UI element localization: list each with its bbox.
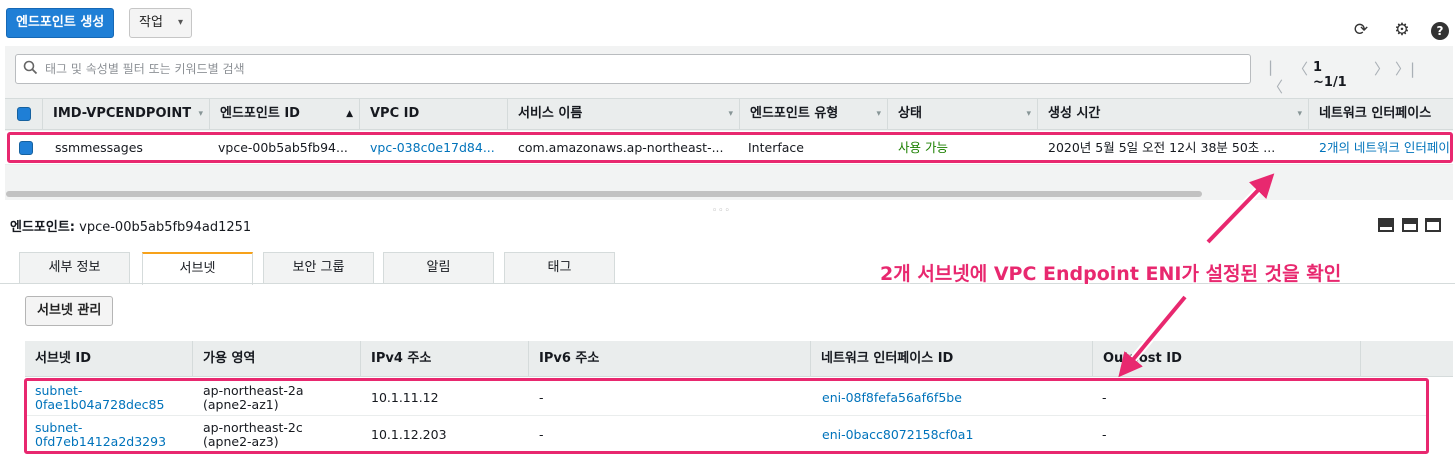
manage-subnets-button[interactable]: 서브넷 관리 <box>25 296 114 326</box>
sort-icon: ▾ <box>1026 109 1031 119</box>
tab-details[interactable]: 세부 정보 <box>19 252 130 284</box>
column-header-ipv4[interactable]: IPv4 주소 <box>361 341 529 377</box>
chevron-down-icon: ▾ <box>177 17 183 28</box>
details-endpoint-id: vpce-00b5ab5fb94ad1251 <box>79 220 252 235</box>
tab-tags[interactable]: 태그 <box>504 252 615 284</box>
column-header-eni-id[interactable]: 네트워크 인터페이스 ID <box>811 341 1093 377</box>
subnet-table-header: 서브넷 ID 가용 영역 IPv4 주소 IPv6 주소 네트워크 인터페이스 … <box>25 341 1453 377</box>
sort-icon: ▾ <box>1297 109 1302 119</box>
column-label: 엔드포인트 유형 <box>750 106 839 121</box>
search-input[interactable] <box>45 59 1235 79</box>
column-label: VPC ID <box>370 106 420 121</box>
column-header-endpoint-id[interactable]: 엔드포인트 ID ▲ <box>210 99 360 129</box>
search-icon <box>23 60 38 79</box>
tab-subnets[interactable]: 서브넷 <box>142 252 253 285</box>
column-label: 생성 시간 <box>1048 106 1101 121</box>
layout-split-icon[interactable] <box>1402 218 1418 232</box>
column-label: 네트워크 인터페이스 <box>1319 106 1432 121</box>
column-header-status[interactable]: 상태 ▾ <box>888 99 1038 129</box>
actions-label: 작업 <box>139 15 163 30</box>
actions-button[interactable]: 작업 ▾ <box>129 8 192 38</box>
column-label: 엔드포인트 ID <box>220 106 300 121</box>
prev-page-icon[interactable]: 〈 <box>1293 58 1308 79</box>
select-all-checkbox[interactable] <box>17 107 31 121</box>
annotation-text: 2개 서브넷에 VPC Endpoint ENI가 설정된 것을 확인 <box>880 263 1342 285</box>
column-header-name[interactable]: IMD-VPCENDPOINT ▾ <box>43 99 210 129</box>
tab-notifications[interactable]: 알림 <box>383 252 494 284</box>
column-header-outpost-id[interactable]: Outpost ID <box>1093 341 1361 377</box>
column-header-ipv6[interactable]: IPv6 주소 <box>529 341 811 377</box>
column-header-endpoint-type[interactable]: 엔드포인트 유형 ▾ <box>740 99 888 129</box>
tab-security-groups[interactable]: 보안 그룹 <box>263 252 374 284</box>
highlight-box-subnet-rows <box>24 378 1429 454</box>
column-label: 서비스 이름 <box>518 106 583 121</box>
sort-asc-icon: ▲ <box>346 109 353 119</box>
layout-top-large-icon[interactable] <box>1425 218 1441 232</box>
toolbar: 엔드포인트 생성 작업 ▾ ⟳ ⚙ ? <box>0 0 1455 44</box>
first-page-icon[interactable]: |〈 <box>1268 58 1283 97</box>
layout-bottom-large-icon[interactable] <box>1378 218 1394 232</box>
column-header-service-name[interactable]: 서비스 이름 ▾ <box>508 99 740 129</box>
horizontal-scrollbar[interactable] <box>6 191 1202 197</box>
create-endpoint-button[interactable]: 엔드포인트 생성 <box>6 8 115 38</box>
sort-icon: ▾ <box>198 109 203 119</box>
column-header-subnet-id[interactable]: 서브넷 ID <box>25 341 193 377</box>
endpoint-list-panel: |〈 〈 1 ~1/1 〉 〉| IMD-VPCENDPOINT ▾ 엔드포인트… <box>5 46 1453 200</box>
highlight-box-endpoint-row <box>7 132 1453 163</box>
column-header-vpc-id[interactable]: VPC ID <box>360 99 508 129</box>
next-page-icon[interactable]: 〉 <box>1374 58 1389 79</box>
sort-icon: ▾ <box>728 109 733 119</box>
details-title: 엔드포인트: vpce-00b5ab5fb94ad1251 <box>10 216 251 235</box>
refresh-icon[interactable]: ⟳ <box>1351 20 1371 40</box>
last-page-icon[interactable]: 〉| <box>1395 58 1415 79</box>
column-header-network-interfaces[interactable]: 네트워크 인터페이스 <box>1309 99 1453 129</box>
column-header-availability-zone[interactable]: 가용 영역 <box>193 341 361 377</box>
sort-icon: ▾ <box>876 109 881 119</box>
column-label: 상태 <box>898 106 922 121</box>
pane-splitter[interactable]: ◦◦◦ <box>712 206 731 216</box>
help-icon-glyph: ? <box>1431 22 1449 40</box>
table-header: IMD-VPCENDPOINT ▾ 엔드포인트 ID ▲ VPC ID 서비스 … <box>5 98 1453 130</box>
details-label: 엔드포인트: <box>10 220 75 235</box>
search-box[interactable] <box>15 54 1251 84</box>
column-label: IMD-VPCENDPOINT <box>53 106 192 121</box>
page-range-text: 1 ~1/1 <box>1313 60 1347 90</box>
select-all-cell <box>5 99 43 129</box>
column-header-created[interactable]: 생성 시간 ▾ <box>1038 99 1309 129</box>
help-icon[interactable]: ? <box>1430 20 1450 40</box>
gear-icon[interactable]: ⚙ <box>1392 20 1412 40</box>
